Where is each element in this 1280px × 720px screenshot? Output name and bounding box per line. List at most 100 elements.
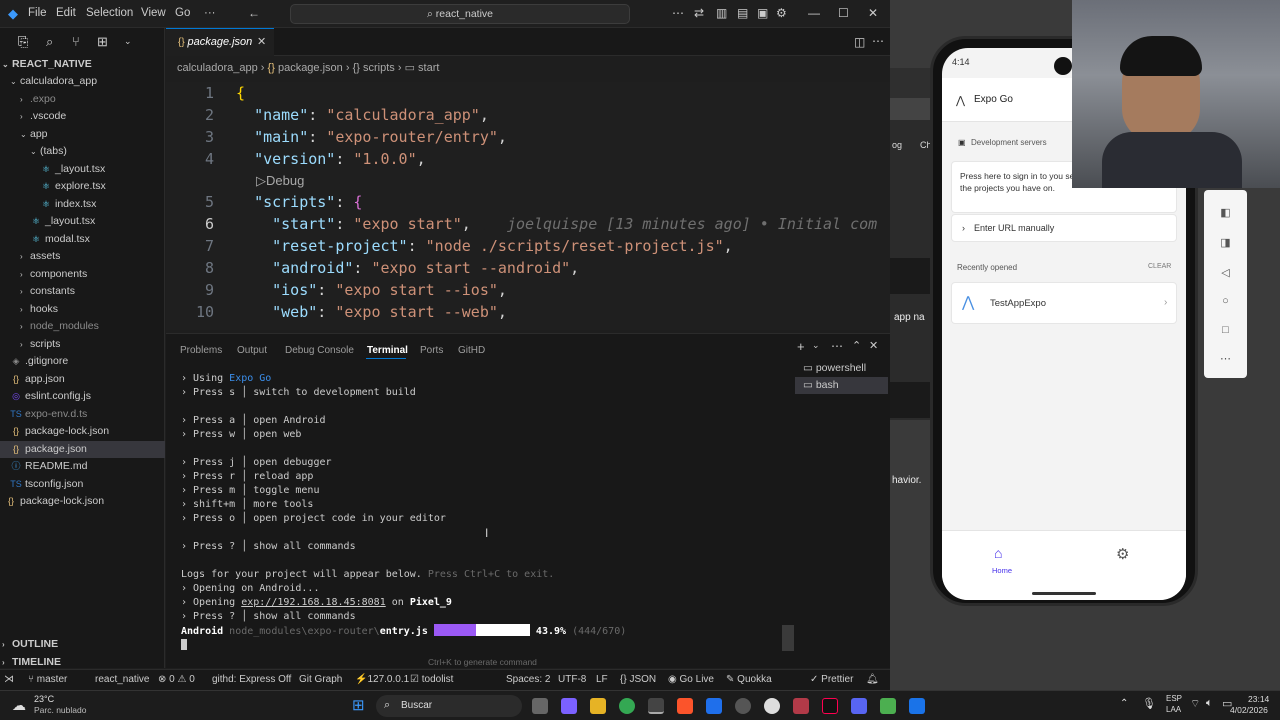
more-actions-icon[interactable]: ⋯: [831, 339, 843, 353]
weather-desc[interactable]: Parc. nublado: [34, 705, 86, 715]
settings-gear-icon[interactable]: ⚙: [1116, 545, 1129, 563]
tab-package-json[interactable]: {} package.json ✕: [166, 28, 274, 56]
tree-folder[interactable]: › node_modules: [0, 318, 165, 335]
overview-icon[interactable]: □: [1204, 324, 1247, 336]
home-label[interactable]: Home: [992, 566, 1012, 575]
explorer-icon[interactable]: ⎘: [18, 34, 28, 50]
terminal-bash[interactable]: ▭ bash: [795, 377, 888, 394]
terminal-app-icon[interactable]: [648, 698, 664, 714]
tree-file[interactable]: TS expo-env.d.ts: [0, 406, 165, 423]
gesture-bar[interactable]: [1032, 592, 1096, 595]
language-status[interactable]: {} JSON: [620, 674, 656, 685]
go-live-status[interactable]: ◉ Go Live: [668, 674, 714, 685]
breadcrumb-folder[interactable]: calculadora_app: [177, 62, 258, 74]
rotate-right-icon[interactable]: ◨: [1204, 236, 1247, 249]
url-link[interactable]: exp://192.168.18.45:8081: [241, 597, 386, 608]
tab-ports[interactable]: Ports: [420, 345, 443, 356]
new-terminal-icon[interactable]: +: [797, 339, 805, 354]
app-f-icon[interactable]: [793, 698, 809, 714]
problems-status[interactable]: ⊗ 0 ⚠ 0: [158, 674, 195, 685]
android-studio-icon[interactable]: [880, 698, 896, 714]
tree-folder[interactable]: › components: [0, 266, 165, 283]
chevron-down-icon[interactable]: ⌄: [812, 340, 820, 351]
task-view-icon[interactable]: [532, 698, 548, 714]
encoding-status[interactable]: UTF-8: [558, 674, 586, 685]
enter-url-button[interactable]: › Enter URL manually: [951, 214, 1177, 242]
back-arrow-icon[interactable]: ←: [248, 6, 260, 20]
prettier-status[interactable]: ✓ Prettier: [810, 674, 853, 685]
tree-folder[interactable]: › .expo: [0, 91, 165, 108]
breadcrumb-start[interactable]: start: [418, 62, 439, 74]
tree-folder[interactable]: › assets: [0, 248, 165, 265]
chatgpt-icon[interactable]: [764, 698, 780, 714]
quokka-status[interactable]: ✎ Quokka: [726, 674, 772, 685]
menu-selection[interactable]: Selection: [86, 7, 133, 19]
tree-file[interactable]: ⚛ _layout.tsx: [0, 213, 165, 230]
microphone-icon[interactable]: 🎙︎: [1142, 697, 1156, 710]
remote-icon[interactable]: ⋊: [4, 674, 14, 685]
tree-folder[interactable]: ⌄ calculadora_app: [0, 73, 165, 90]
tree-folder[interactable]: › .vscode: [0, 108, 165, 125]
tree-file[interactable]: {} app.json: [0, 371, 165, 388]
weather-temp[interactable]: 23°C: [34, 694, 54, 704]
host-status[interactable]: ⚡127.0.0.1: [355, 674, 409, 685]
clock-time[interactable]: 23:14: [1248, 694, 1269, 704]
search-icon[interactable]: ⌕: [46, 34, 53, 50]
tab-debug-console[interactable]: Debug Console: [285, 345, 354, 356]
tree-file[interactable]: {} package-lock.json: [0, 423, 165, 440]
extensions-icon[interactable]: ⊞: [97, 34, 108, 50]
tree-folder[interactable]: ⌄ (tabs): [0, 143, 165, 160]
tree-file[interactable]: ⚛ index.tsx: [0, 196, 165, 213]
close-icon[interactable]: ✕: [868, 6, 878, 20]
git-graph-status[interactable]: Git Graph: [299, 674, 342, 685]
file-explorer-icon[interactable]: [590, 698, 606, 714]
project-item[interactable]: ⋀ TestAppExpo ›: [951, 282, 1177, 324]
tree-file[interactable]: ⓘ README.md: [0, 458, 165, 475]
outline-section[interactable]: › OUTLINE: [0, 636, 165, 653]
toggle-panel-icon[interactable]: ▤: [737, 6, 748, 20]
terminal-powershell[interactable]: ▭ powershell: [795, 360, 888, 377]
tab-output[interactable]: Output: [237, 345, 267, 356]
todolist-status[interactable]: ☑ todolist: [410, 674, 453, 685]
tab-problems[interactable]: Problems: [180, 345, 222, 356]
back-icon[interactable]: ◁: [1204, 266, 1247, 279]
bell-icon[interactable]: 🔔︎: [866, 674, 879, 685]
brave-icon[interactable]: [677, 698, 693, 714]
menu-view[interactable]: View: [141, 7, 166, 19]
tree-file[interactable]: ⚛ _layout.tsx: [0, 161, 165, 178]
source-control-icon[interactable]: ⑂: [72, 34, 80, 49]
vscode-app-icon[interactable]: [706, 698, 722, 714]
app-icon[interactable]: [909, 698, 925, 714]
command-center-search[interactable]: ⌕ react_native: [290, 4, 630, 24]
close-tab-icon[interactable]: ✕: [257, 29, 266, 56]
minimize-icon[interactable]: —: [808, 6, 820, 20]
tree-file[interactable]: {} package.json: [0, 440, 165, 458]
explorer-root[interactable]: ⌄ REACT_NATIVE: [0, 56, 165, 73]
chevron-down-icon[interactable]: ⌄: [124, 36, 132, 47]
language-code[interactable]: ESP: [1166, 694, 1182, 703]
more-actions-icon[interactable]: ⋯: [872, 34, 884, 48]
tree-file[interactable]: ◎ eslint.config.js: [0, 388, 165, 405]
folder-status[interactable]: react_native: [95, 674, 149, 685]
copilot-app-icon[interactable]: [561, 698, 577, 714]
toggle-secondary-icon[interactable]: ▣: [757, 6, 768, 20]
clock-date[interactable]: 4/02/2026: [1230, 705, 1268, 715]
tab-githd[interactable]: GitHD: [458, 345, 485, 356]
wifi-icon[interactable]: ⌔: [1190, 697, 1200, 711]
tree-file[interactable]: {} package-lock.json: [0, 493, 165, 510]
tree-folder[interactable]: › scripts: [0, 336, 165, 353]
home-icon[interactable]: ⌂: [994, 545, 1002, 561]
gear-icon[interactable]: ⚙: [776, 6, 787, 20]
tree-folder[interactable]: › constants: [0, 283, 165, 300]
discord-icon[interactable]: [851, 698, 867, 714]
tree-folder[interactable]: ⌄ app: [0, 126, 165, 143]
github-icon[interactable]: [735, 698, 751, 714]
maximize-icon[interactable]: ☐: [838, 6, 849, 20]
home-circle-icon[interactable]: ○: [1204, 295, 1247, 307]
debug-codelens[interactable]: ▷Debug: [256, 173, 304, 189]
menu-more[interactable]: ···: [204, 7, 216, 19]
tree-file[interactable]: ⚛ modal.tsx: [0, 231, 165, 248]
breadcrumb-file[interactable]: package.json: [278, 62, 343, 74]
menu-edit[interactable]: Edit: [56, 7, 76, 19]
menu-go[interactable]: Go: [175, 7, 190, 19]
